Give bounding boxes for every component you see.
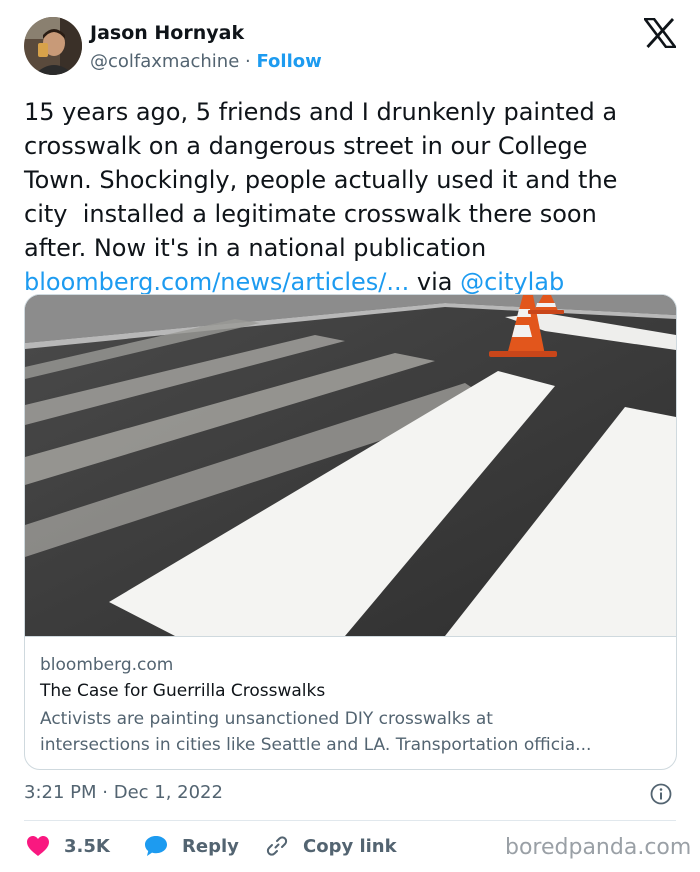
reply-button[interactable]: Reply — [144, 833, 239, 859]
via-text: via — [409, 268, 461, 296]
avatar[interactable] — [24, 17, 82, 75]
article-link[interactable]: bloomberg.com/news/articles/... — [24, 268, 409, 296]
crosswalk-photo — [25, 295, 676, 636]
tweet-line: after. Now it's in a national publicatio… — [24, 234, 487, 262]
tweet-line: Town. Shockingly, people actually used i… — [24, 166, 618, 194]
reply-label: Reply — [182, 835, 239, 857]
timestamp-separator: · — [96, 782, 114, 803]
tweet-text: 15 years ago, 5 friends and I drunkenly … — [24, 95, 674, 299]
card-title: The Case for Guerrilla Crosswalks — [40, 681, 326, 701]
card-body: bloomberg.com The Case for Guerrilla Cro… — [25, 636, 676, 769]
handle-separator: · — [239, 51, 257, 72]
tweet-line: city installed a legitimate crosswalk th… — [24, 200, 597, 228]
tweet-line: 15 years ago, 5 friends and I drunkenly … — [24, 98, 618, 126]
link-card[interactable]: bloomberg.com The Case for Guerrilla Cro… — [24, 294, 677, 770]
time: 3:21 PM — [24, 782, 97, 803]
tweet-line: crosswalk on a dangerous street in our C… — [24, 132, 588, 160]
watermark: boredpanda.com — [505, 835, 692, 860]
like-button[interactable]: 3.5K — [26, 833, 110, 859]
author-name[interactable]: Jason Hornyak — [90, 22, 244, 44]
mention-link[interactable]: @citylab — [460, 268, 564, 296]
link-icon — [266, 836, 288, 856]
card-description: Activists are painting unsanctioned DIY … — [40, 709, 592, 755]
copy-link-button[interactable]: Copy link — [265, 833, 397, 859]
chat-bubble-icon — [145, 836, 167, 856]
info-icon[interactable] — [650, 783, 672, 805]
author-subline: @colfaxmachine · Follow — [90, 51, 322, 72]
divider — [24, 820, 676, 821]
timestamp[interactable]: 3:21 PM · Dec 1, 2022 — [24, 782, 223, 803]
x-logo-icon[interactable] — [642, 17, 678, 49]
follow-button[interactable]: Follow — [256, 51, 321, 72]
date: Dec 1, 2022 — [113, 782, 223, 803]
heart-icon — [27, 836, 49, 856]
card-domain: bloomberg.com — [40, 655, 174, 675]
copy-link-label: Copy link — [303, 835, 397, 857]
like-count: 3.5K — [64, 835, 110, 857]
author-handle[interactable]: @colfaxmachine — [90, 51, 239, 72]
